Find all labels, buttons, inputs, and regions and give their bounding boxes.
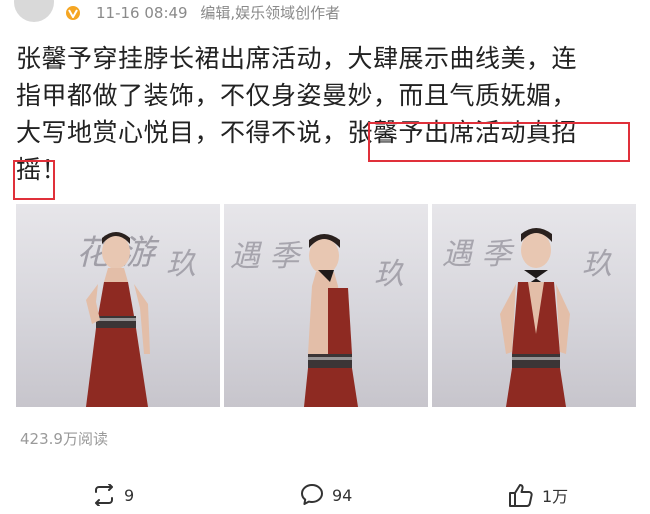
comment-count: 94 [332, 485, 353, 505]
author-label: 编辑,娱乐领域创作者 [200, 4, 341, 22]
like-button[interactable]: 1万 [508, 482, 568, 508]
svg-text:遇 季: 遇 季 [230, 239, 304, 274]
repost-count: 9 [124, 485, 135, 505]
post-body: 张馨予穿挂脖长裙出席活动，大肆展示曲线美，连 指甲都做了装饰，不仅身姿曼妙，而且… [16, 40, 636, 188]
view-count: 423.9万阅读 [20, 430, 108, 448]
comment-icon [301, 484, 323, 505]
post-text-line: 指甲都做了装饰，不仅身姿曼妙，而且气质妩媚， [16, 81, 578, 110]
photo-grid: 花 游 玖 遇 季 玖 遇 季 玖 [16, 204, 636, 407]
svg-text:遇 季: 遇 季 [442, 237, 516, 272]
like-icon [509, 484, 533, 507]
photo-1[interactable]: 花 游 玖 [16, 204, 220, 407]
post-time: 11-16 08:49 [96, 4, 188, 22]
photo-3[interactable]: 遇 季 玖 [432, 204, 636, 407]
svg-text:玖: 玖 [166, 247, 196, 282]
repost-icon [95, 484, 113, 506]
photo-2[interactable]: 遇 季 玖 [224, 204, 428, 407]
svg-text:玖: 玖 [582, 247, 612, 282]
avatar[interactable] [14, 0, 54, 22]
comment-button[interactable]: 94 [300, 482, 352, 508]
verified-badge-icon [64, 4, 82, 22]
post-text-line: 张馨予穿挂脖长裙出席活动，大肆展示曲线美，连 [16, 44, 578, 73]
repost-button[interactable]: 9 [92, 482, 134, 508]
svg-text:玖: 玖 [374, 257, 404, 292]
like-count: 1万 [542, 487, 569, 506]
action-bar: 9 94 1万 [0, 476, 650, 514]
highlight-box [13, 160, 55, 200]
post-header: 11-16 08:49 编辑,娱乐领域创作者 [0, 0, 650, 30]
highlight-box [368, 122, 630, 162]
post-meta: 11-16 08:49 编辑,娱乐领域创作者 [96, 2, 348, 23]
